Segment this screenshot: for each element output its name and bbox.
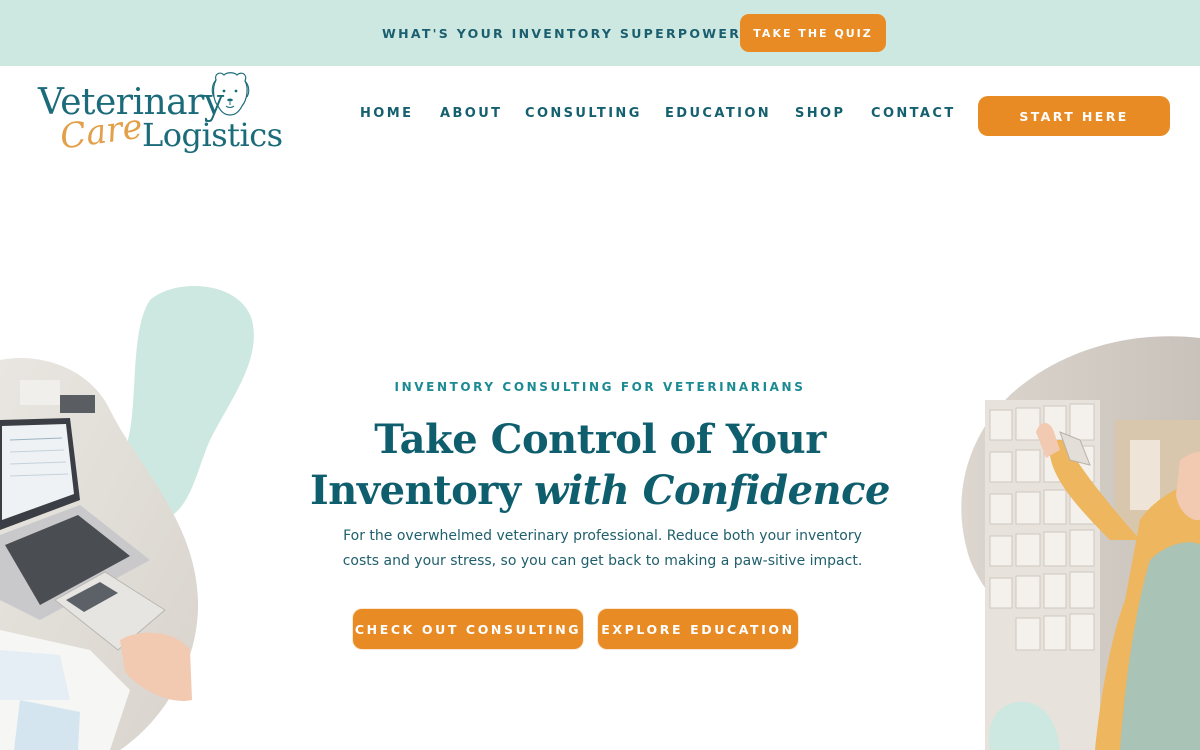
promo-bar: WHAT'S YOUR INVENTORY SUPERPOWER? TAKE T… — [0, 0, 1200, 66]
take-quiz-button[interactable]: TAKE THE QUIZ — [740, 14, 886, 52]
logo-text-logistics: Logistics — [142, 116, 283, 154]
photo-blob-left — [0, 358, 199, 750]
mint-blob-left — [124, 286, 254, 521]
hero-description: For the overwhelmed veterinary professio… — [342, 528, 863, 569]
photo-blob-right — [961, 336, 1200, 750]
explore-education-button[interactable]: EXPLORE EDUCATION — [598, 609, 798, 649]
site-logo[interactable]: Veterinary Care Logistics — [36, 68, 283, 158]
nav-about[interactable]: ABOUT — [440, 106, 502, 121]
nav-home[interactable]: HOME — [360, 106, 413, 121]
promo-text: WHAT'S YOUR INVENTORY SUPERPOWER? — [382, 26, 751, 41]
nav-consulting[interactable]: CONSULTING — [525, 106, 642, 121]
hero-eyebrow: INVENTORY CONSULTING FOR VETERINARIANS — [394, 380, 806, 394]
start-here-button[interactable]: START HERE — [978, 96, 1170, 136]
nav-shop[interactable]: SHOP — [795, 106, 845, 121]
mint-blob-bottom-right — [989, 701, 1060, 750]
nav-education[interactable]: EDUCATION — [665, 106, 771, 121]
hero-title: Take Control of Your Inventory with Conf… — [300, 414, 900, 516]
nav-contact[interactable]: CONTACT — [871, 106, 956, 121]
hero-title-line1: Take Control of Your — [374, 416, 826, 463]
hero-title-line2: Inventory — [310, 467, 535, 514]
hero-title-emphasis: with Confidence — [534, 467, 890, 514]
check-out-consulting-button[interactable]: CHECK OUT CONSULTING — [353, 609, 583, 649]
